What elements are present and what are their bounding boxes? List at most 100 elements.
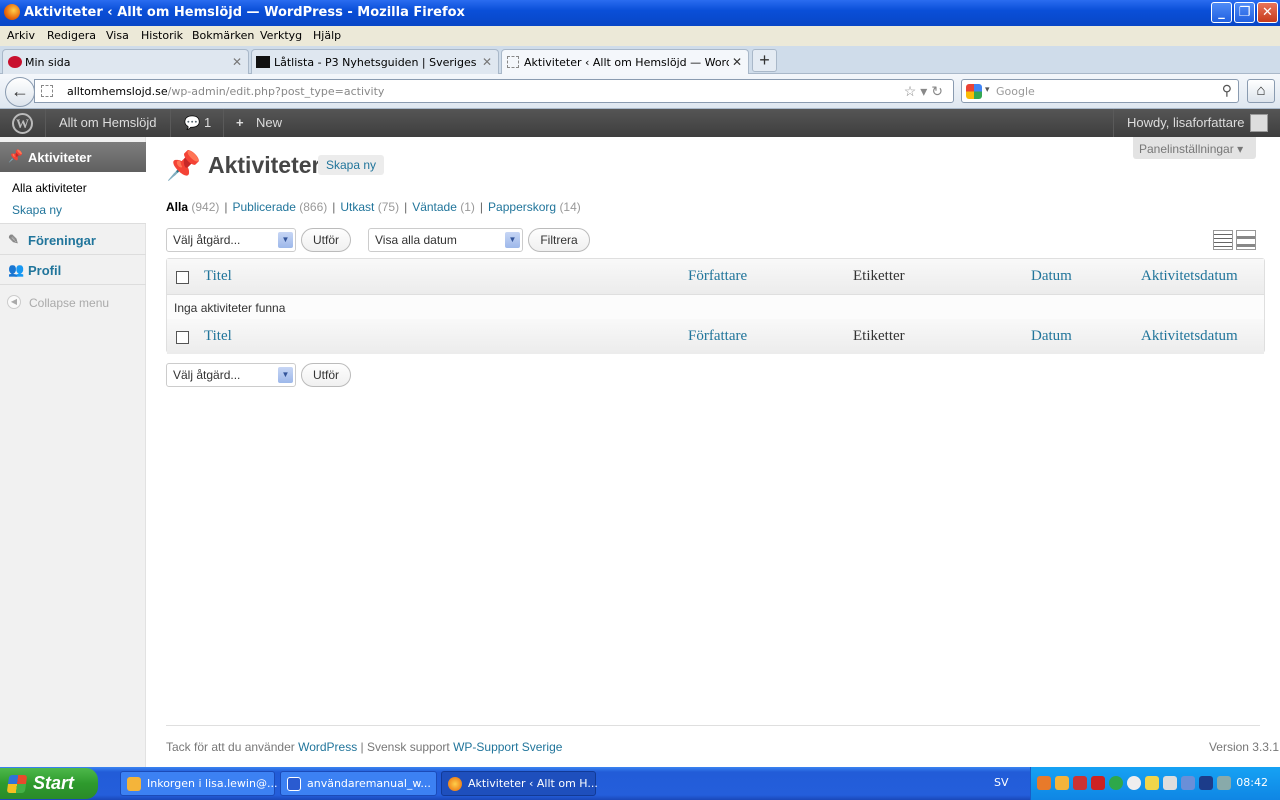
avatar[interactable] [1250,114,1268,132]
bulk-action-select-bottom[interactable]: Välj åtgärd... ▼ [166,363,296,387]
star-icon[interactable]: ☆▾↻ [904,83,947,100]
navigation-bar: alltomhemslojd.se/wp-admin/edit.php?post… [0,74,1280,109]
tray-grid-icon[interactable] [1163,776,1177,790]
menu-historik[interactable]: Historik [141,29,183,42]
close-tab-icon[interactable]: ✕ [482,55,492,69]
apply-button-bottom[interactable]: Utför [301,363,351,387]
divider [45,109,46,137]
task-inbox[interactable]: Inkorgen i lisa.lewin@... [120,771,277,796]
tray-flash-icon[interactable] [1091,776,1105,790]
collapse-menu-button[interactable]: ◀ Collapse menu [0,287,146,317]
tray-note-icon[interactable] [1145,776,1159,790]
tray-bluetooth-icon[interactable] [1181,776,1195,790]
chevron-down-icon[interactable]: ▾ [985,84,990,95]
tray-app-icon[interactable] [1037,776,1051,790]
column-title[interactable]: Titel [204,268,232,285]
close-tab-icon[interactable]: ✕ [232,55,242,69]
sidebar-item-label: Aktiviteter [28,150,92,165]
search-bar[interactable]: ▾ Google ⚲ [961,79,1239,103]
comments-count[interactable]: 1 [204,115,211,130]
task-document[interactable]: användaremanual_w... [280,771,437,796]
select-all-checkbox[interactable] [176,331,189,344]
filter-papperskorg[interactable]: Papperskorg [488,200,556,214]
column-date[interactable]: Datum [1031,268,1072,285]
tab-bar: Min sida ✕ Låtlista - P3 Nyhetsguiden | … [0,46,1280,75]
tab-aktiviteter[interactable]: Aktiviteter ‹ Allt om Hemslöjd — WordPre… [501,49,749,75]
submenu-skapa-ny[interactable]: Skapa ny [12,203,62,217]
tab-min-sida[interactable]: Min sida ✕ [2,49,249,74]
screen-options-button[interactable]: Panelinställningar ▾ [1133,137,1256,159]
clock[interactable]: 08:42 [1236,776,1268,789]
wordpress-logo-icon[interactable]: W [12,113,33,134]
filter-utkast[interactable]: Utkast [340,200,374,214]
column-date[interactable]: Datum [1031,328,1072,345]
close-tab-icon[interactable]: ✕ [732,55,742,69]
search-icon[interactable]: ⚲ [1222,82,1232,99]
plus-icon[interactable]: + [236,115,244,130]
admin-bar-howdy[interactable]: Howdy, lisaforfattare [1127,115,1245,130]
close-window-button[interactable]: ✕ [1257,2,1278,23]
select-all-checkbox[interactable] [176,271,189,284]
apply-button-top[interactable]: Utför [301,228,351,252]
new-tab-button[interactable]: + [752,49,777,72]
filter-alla[interactable]: Alla [166,200,188,214]
divider [170,109,171,137]
sidebar-item-profil[interactable]: 👥 Profil [0,255,146,285]
submenu-alla-aktiviteter[interactable]: Alla aktiviteter [12,181,87,195]
home-button[interactable]: ⌂ [1247,79,1275,103]
system-tray: 08:42 [1030,767,1280,800]
sidebar-item-foreningar[interactable]: ✎ Föreningar [0,225,146,255]
firefox-icon [4,4,20,20]
windows-logo-icon [6,775,28,793]
windows-taskbar: Start Inkorgen i lisa.lewin@... användar… [0,767,1280,800]
column-author[interactable]: Författare [688,328,747,345]
column-activity-date[interactable]: Aktivitetsdatum [1141,268,1238,285]
menu-bar: Arkiv Redigera Visa Historik Bokmärken V… [0,26,1280,46]
bulk-action-select-top[interactable]: Välj åtgärd... ▼ [166,228,296,252]
menu-bokmarken[interactable]: Bokmärken [192,29,254,42]
filter-button[interactable]: Filtrera [528,228,590,252]
start-button[interactable]: Start [0,768,98,799]
menu-redigera[interactable]: Redigera [47,29,96,42]
sr-icon [256,56,270,68]
excerpt-view-icon[interactable] [1236,230,1256,250]
tray-monitor-icon[interactable] [1199,776,1213,790]
admin-bar-site-name[interactable]: Allt om Hemslöjd [59,115,157,130]
tab-latlista[interactable]: Låtlista - P3 Nyhetsguiden | Sveriges Ra… [251,49,499,74]
list-view-icon[interactable] [1213,230,1233,250]
task-firefox[interactable]: Aktiviteter ‹ Allt om H... [441,771,598,796]
select-value: Välj åtgärd... [173,368,241,382]
site-identity-icon[interactable] [41,85,53,97]
footer-wordpress-link[interactable]: WordPress [298,740,357,754]
filter-count: (14) [559,200,581,214]
maximize-button[interactable]: ❐ [1234,2,1255,23]
google-icon[interactable] [966,84,982,99]
add-new-button[interactable]: Skapa ny [318,155,385,175]
search-placeholder: Google [996,85,1035,98]
column-author[interactable]: Författare [688,268,747,285]
comments-icon[interactable]: 💬 [184,115,200,131]
menu-hjalp[interactable]: Hjälp [313,29,341,42]
column-activity-date[interactable]: Aktivitetsdatum [1141,328,1238,345]
column-title[interactable]: Titel [204,328,232,345]
date-filter-select[interactable]: Visa alla datum ▼ [368,228,523,252]
menu-visa[interactable]: Visa [106,29,129,42]
tray-mail-icon[interactable] [1055,776,1069,790]
wp-admin-bar: W Allt om Hemslöjd 💬 1 + New Howdy, lisa… [0,109,1280,137]
url-bar[interactable]: alltomhemslojd.se/wp-admin/edit.php?post… [34,79,954,103]
tray-panda-icon[interactable] [1127,776,1141,790]
minimize-button[interactable]: _ [1211,2,1232,23]
footer-support-link[interactable]: WP-Support Sverige [453,740,562,754]
filter-vantade[interactable]: Väntade [412,200,457,214]
menu-verktyg[interactable]: Verktyg [260,29,302,42]
menu-arkiv[interactable]: Arkiv [7,29,35,42]
tray-volume-icon[interactable] [1217,776,1231,790]
no-items-row: Inga aktiviteter funna [167,294,1264,320]
back-button[interactable]: ← [5,77,35,107]
spotify-icon[interactable] [1109,776,1123,790]
admin-bar-new[interactable]: New [256,115,282,130]
filter-publicerade[interactable]: Publicerade [233,200,296,214]
sidebar-item-aktiviteter[interactable]: 📌 Aktiviteter [0,142,154,172]
tray-pdf-icon[interactable] [1073,776,1087,790]
language-indicator[interactable]: SV [994,776,1009,789]
